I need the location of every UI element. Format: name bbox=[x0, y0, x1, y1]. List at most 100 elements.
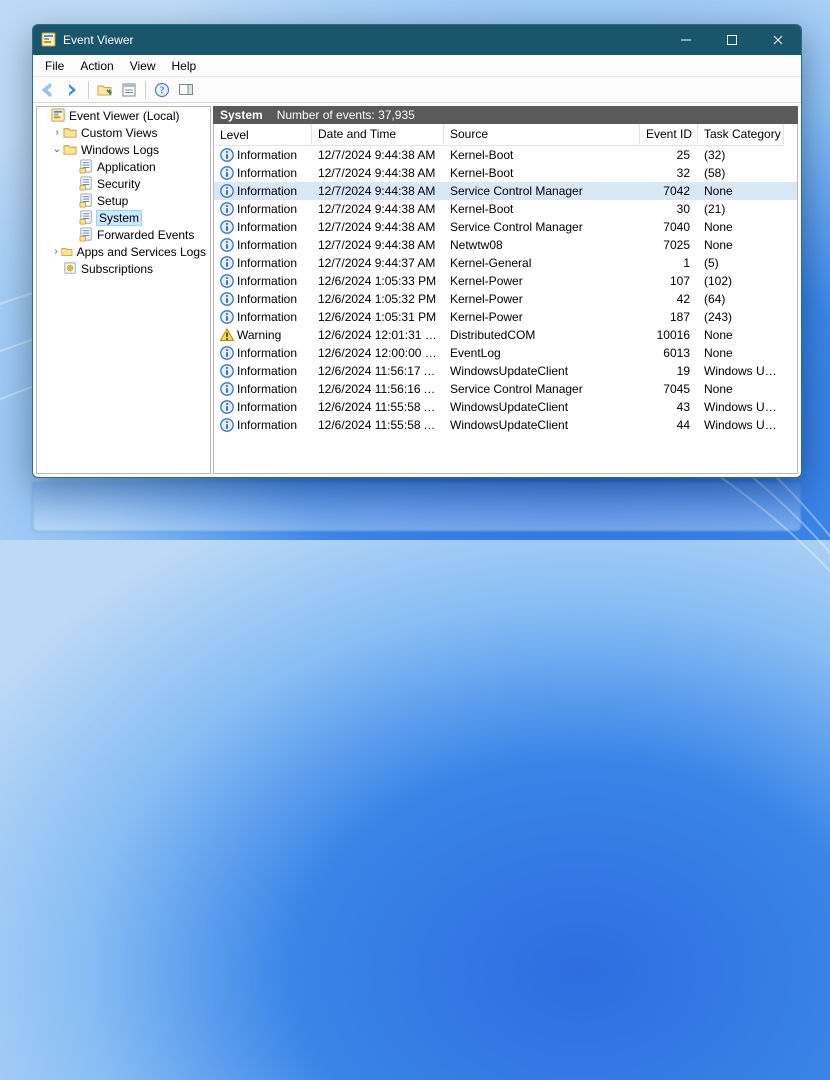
cell-level: Information bbox=[214, 219, 312, 235]
log-icon bbox=[79, 227, 94, 242]
cell-source: Service Control Manager bbox=[444, 183, 640, 199]
twist-icon[interactable]: › bbox=[51, 246, 61, 257]
col-source[interactable]: Source bbox=[444, 124, 640, 146]
cell-event-id: 7025 bbox=[640, 237, 698, 253]
tree-node-setup[interactable]: Setup bbox=[37, 192, 210, 209]
cell-event-id: 10016 bbox=[640, 327, 698, 343]
cell-level: Information bbox=[214, 165, 312, 181]
cell-datetime: 12/6/2024 11:56:17 AM bbox=[312, 363, 444, 379]
cell-source: Service Control Manager bbox=[444, 381, 640, 397]
cell-source: Kernel-Boot bbox=[444, 201, 640, 217]
minimize-button[interactable] bbox=[663, 25, 709, 55]
cell-level: Information bbox=[214, 201, 312, 217]
log-name: System bbox=[220, 108, 263, 122]
cell-event-id: 30 bbox=[640, 201, 698, 217]
event-row[interactable]: Information12/6/2024 11:55:58 AMWindowsU… bbox=[214, 398, 797, 416]
log-icon bbox=[79, 193, 94, 208]
cell-event-id: 7045 bbox=[640, 381, 698, 397]
cell-event-id: 44 bbox=[640, 417, 698, 433]
menu-file[interactable]: File bbox=[37, 57, 72, 75]
log-icon bbox=[79, 176, 94, 191]
cell-source: Kernel-General bbox=[444, 255, 640, 271]
event-row[interactable]: Information12/7/2024 9:44:37 AMKernel-Ge… bbox=[214, 254, 797, 272]
event-row[interactable]: Information12/6/2024 12:00:00 PMEventLog… bbox=[214, 344, 797, 362]
event-row[interactable]: Information12/7/2024 9:44:38 AMNetwtw087… bbox=[214, 236, 797, 254]
warn-icon bbox=[220, 328, 234, 342]
cell-datetime: 12/6/2024 1:05:33 PM bbox=[312, 273, 444, 289]
tree-root[interactable]: Event Viewer (Local) bbox=[37, 107, 210, 124]
tree-label: Subscriptions bbox=[81, 262, 153, 276]
event-rows[interactable]: Information12/7/2024 9:44:38 AMKernel-Bo… bbox=[214, 146, 797, 473]
col-event-id[interactable]: Event ID bbox=[640, 124, 698, 146]
folder-icon bbox=[61, 244, 74, 259]
cell-task-cat: (32) bbox=[698, 147, 784, 163]
menu-view[interactable]: View bbox=[122, 57, 164, 75]
cell-event-id: 187 bbox=[640, 309, 698, 325]
event-row[interactable]: Information12/7/2024 9:44:38 AMKernel-Bo… bbox=[214, 200, 797, 218]
cell-task-cat: Windows Up... bbox=[698, 417, 784, 433]
cell-task-cat: (5) bbox=[698, 255, 784, 271]
cell-task-cat: (64) bbox=[698, 291, 784, 307]
panel-button[interactable] bbox=[175, 79, 197, 101]
cell-level: Information bbox=[214, 345, 312, 361]
tree-node-security[interactable]: Security bbox=[37, 175, 210, 192]
info-icon bbox=[220, 400, 234, 414]
cell-datetime: 12/6/2024 12:01:31 PM bbox=[312, 327, 444, 343]
maximize-button[interactable] bbox=[709, 25, 755, 55]
event-row[interactable]: Information12/6/2024 11:56:17 AMWindowsU… bbox=[214, 362, 797, 380]
event-row[interactable]: Information12/7/2024 9:44:38 AMKernel-Bo… bbox=[214, 146, 797, 164]
cell-event-id: 1 bbox=[640, 255, 698, 271]
tree-node-subscriptions[interactable]: Subscriptions bbox=[37, 260, 210, 277]
event-row[interactable]: Information12/6/2024 1:05:32 PMKernel-Po… bbox=[214, 290, 797, 308]
event-row[interactable]: Information12/6/2024 1:05:31 PMKernel-Po… bbox=[214, 308, 797, 326]
help-button[interactable] bbox=[151, 79, 173, 101]
forward-button[interactable] bbox=[61, 79, 83, 101]
tree-node-application[interactable]: Application bbox=[37, 158, 210, 175]
cell-level: Information bbox=[214, 147, 312, 163]
event-row[interactable]: Warning12/6/2024 12:01:31 PMDistributedC… bbox=[214, 326, 797, 344]
col-task-category[interactable]: Task Category bbox=[698, 124, 784, 146]
info-icon bbox=[220, 274, 234, 288]
event-row[interactable]: Information12/7/2024 9:44:38 AMKernel-Bo… bbox=[214, 164, 797, 182]
cell-datetime: 12/7/2024 9:44:38 AM bbox=[312, 219, 444, 235]
info-icon bbox=[220, 220, 234, 234]
cell-task-cat: (21) bbox=[698, 201, 784, 217]
cell-datetime: 12/7/2024 9:44:37 AM bbox=[312, 255, 444, 271]
info-icon bbox=[220, 346, 234, 360]
folder-icon bbox=[63, 125, 78, 140]
cell-task-cat: Windows Up... bbox=[698, 399, 784, 415]
cell-source: Kernel-Boot bbox=[444, 147, 640, 163]
tree-node-system[interactable]: System bbox=[37, 209, 210, 226]
tree-label: Application bbox=[97, 160, 156, 174]
log-icon bbox=[79, 159, 94, 174]
tree-label: System bbox=[97, 211, 141, 225]
navigation-tree[interactable]: Event Viewer (Local) ›Custom Views⌄Windo… bbox=[36, 106, 211, 474]
tree-node-windows-logs[interactable]: ⌄Windows Logs bbox=[37, 141, 210, 158]
tree-node-forwarded-events[interactable]: Forwarded Events bbox=[37, 226, 210, 243]
tree-label: Setup bbox=[97, 194, 128, 208]
info-icon bbox=[220, 184, 234, 198]
event-grid: Level Date and Time Source Event ID Task… bbox=[213, 124, 798, 474]
menu-help[interactable]: Help bbox=[164, 57, 205, 75]
col-datetime[interactable]: Date and Time bbox=[312, 124, 444, 146]
event-row[interactable]: Information12/6/2024 11:56:16 AMService … bbox=[214, 380, 797, 398]
event-row[interactable]: Information12/6/2024 1:05:33 PMKernel-Po… bbox=[214, 272, 797, 290]
twist-icon[interactable]: › bbox=[51, 127, 63, 138]
properties-button[interactable] bbox=[118, 79, 140, 101]
info-icon bbox=[220, 202, 234, 216]
tree-node-apps-and-services-logs[interactable]: ›Apps and Services Logs bbox=[37, 243, 210, 260]
event-row[interactable]: Information12/7/2024 9:44:38 AMService C… bbox=[214, 182, 797, 200]
cell-source: WindowsUpdateClient bbox=[444, 363, 640, 379]
cell-datetime: 12/6/2024 11:55:58 AM bbox=[312, 399, 444, 415]
menu-action[interactable]: Action bbox=[72, 57, 121, 75]
tree-node-custom-views[interactable]: ›Custom Views bbox=[37, 124, 210, 141]
titlebar[interactable]: Event Viewer bbox=[33, 25, 801, 55]
event-row[interactable]: Information12/7/2024 9:44:38 AMService C… bbox=[214, 218, 797, 236]
col-level[interactable]: Level bbox=[214, 124, 312, 146]
event-row[interactable]: Information12/6/2024 11:55:58 AMWindowsU… bbox=[214, 416, 797, 434]
cell-source: Netwtw08 bbox=[444, 237, 640, 253]
cell-datetime: 12/7/2024 9:44:38 AM bbox=[312, 147, 444, 163]
open-log-button[interactable] bbox=[94, 79, 116, 101]
twist-icon[interactable]: ⌄ bbox=[51, 144, 63, 155]
close-button[interactable] bbox=[755, 25, 801, 55]
